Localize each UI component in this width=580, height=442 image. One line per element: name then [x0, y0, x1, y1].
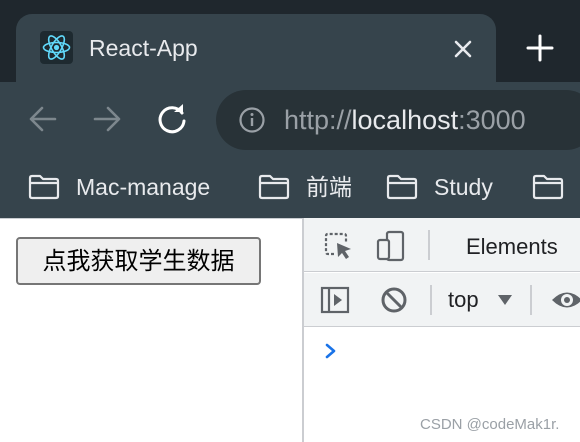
toolbar-divider: [428, 230, 430, 260]
folder-icon: [28, 174, 60, 200]
url-host: localhost: [351, 105, 459, 135]
clear-console-icon[interactable]: [379, 285, 409, 320]
browser-tab[interactable]: React-App: [16, 14, 496, 82]
bookmark-label: Mac-manage: [76, 174, 211, 200]
url-text: http://localhost:3000: [284, 104, 526, 136]
tab-elements[interactable]: Elements: [466, 234, 558, 260]
devtools-panel: Elements top: [302, 218, 580, 442]
inspect-icon[interactable]: [324, 232, 354, 265]
reload-icon[interactable]: [155, 102, 189, 136]
info-icon[interactable]: [238, 106, 266, 134]
sidebar-toggle-icon[interactable]: [320, 286, 350, 319]
bookmark-label: Study: [434, 174, 493, 200]
back-arrow-icon[interactable]: [26, 102, 60, 136]
console-toolbar: top: [304, 273, 580, 327]
plus-icon[interactable]: [524, 32, 556, 64]
chevron-down-icon[interactable]: [498, 293, 512, 305]
url-scheme: http://: [284, 105, 352, 135]
chevron-right-icon[interactable]: [324, 342, 338, 360]
device-toggle-icon[interactable]: [376, 230, 408, 267]
execution-context-select[interactable]: top: [448, 287, 479, 313]
tab-strip: React-App: [0, 0, 580, 82]
folder-icon: [532, 174, 564, 200]
folder-icon: [386, 174, 418, 200]
toolbar-divider: [430, 285, 432, 315]
address-bar[interactable]: http://localhost:3000: [216, 90, 580, 150]
browser-toolbar: http://localhost:3000: [0, 82, 580, 158]
bookmarks-bar: Mac-manage 前端 Study: [0, 158, 580, 218]
react-icon: [40, 31, 73, 64]
tab-title: React-App: [89, 35, 198, 61]
bookmark-overflow-folder[interactable]: [532, 172, 580, 202]
folder-icon: [258, 174, 290, 200]
eye-icon[interactable]: [550, 287, 580, 318]
forward-arrow-icon[interactable]: [90, 102, 124, 136]
watermark: CSDN @codeMak1r.: [420, 416, 560, 433]
close-icon[interactable]: [450, 36, 476, 62]
devtools-tab-bar: Elements: [304, 218, 580, 272]
url-port: :3000: [458, 105, 526, 135]
bookmark-label: 前端: [306, 174, 352, 200]
toolbar-divider: [530, 285, 532, 315]
get-student-data-button[interactable]: 点我获取学生数据: [16, 237, 261, 285]
